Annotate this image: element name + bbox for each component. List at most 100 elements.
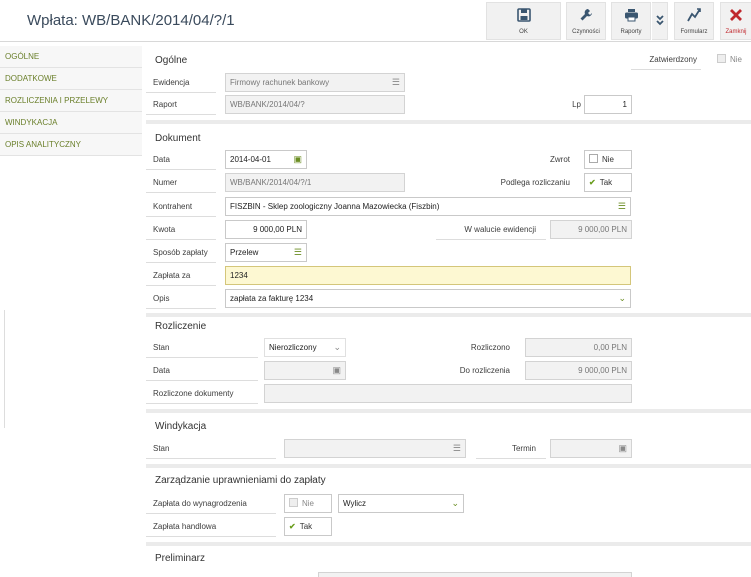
opis-field[interactable]: zapłata za fakturę 1234 ⌄	[225, 289, 631, 308]
rozliczenie-stan-label: Stan	[146, 338, 258, 358]
more-button[interactable]	[652, 2, 668, 40]
checkbox-box	[289, 498, 298, 507]
zamknij-button[interactable]: Zamknij	[720, 2, 751, 40]
kontrahent-field[interactable]: FISZBIN - Sklep zoologiczny Joanna Mazow…	[225, 197, 631, 216]
opis-value: zapłata za fakturę 1234	[230, 294, 314, 303]
zatwierdzony-checkbox[interactable]: Nie	[713, 51, 751, 70]
rozliczenie-data-field[interactable]: ▣	[264, 361, 346, 380]
zwrot-value: Nie	[602, 155, 615, 164]
sposob-zaplaty-field[interactable]: Przelew ☰	[225, 243, 307, 262]
zatwierdzony-label: Zatwierdzony	[631, 50, 701, 70]
czynnosci-label: Czynności	[572, 29, 600, 35]
numer-field[interactable]: WB/BANK/2014/04/?/1	[225, 173, 405, 192]
rozliczone-dokumenty-label: Rozliczone dokumenty	[146, 384, 258, 404]
section-divider	[146, 313, 751, 317]
section-title-preliminarz: Preliminarz	[155, 553, 206, 564]
rozliczono-field[interactable]: 0,00 PLN	[525, 338, 632, 357]
ewidencja-field[interactable]: Firmowy rachunek bankowy ☰	[225, 73, 405, 92]
raport-value: WB/BANK/2014/04/?	[230, 100, 305, 109]
data-field[interactable]: 2014-04-01 ▣	[225, 150, 307, 169]
windykacja-stan-label: Stan	[146, 439, 276, 459]
zaplata-do-wynagrodzenia-label: Zapłata do wynagrodzenia	[146, 494, 276, 514]
activity-icon	[675, 3, 713, 27]
sposob-zaplaty-value: Przelew	[230, 248, 259, 257]
ewidencja-value: Firmowy rachunek bankowy	[230, 78, 330, 87]
zaplata-handlowa-label: Zapłata handlowa	[146, 517, 276, 537]
rozliczenie-stan-select[interactable]: Nierozliczony ⌄	[264, 338, 346, 357]
zwrot-checkbox[interactable]: Nie	[584, 150, 632, 169]
formularz-button[interactable]: Formularz	[674, 2, 714, 40]
windykacja-stan-field[interactable]: ☰	[284, 439, 466, 458]
kwota-label: Kwota	[146, 220, 216, 240]
sidebar-divider	[4, 310, 5, 428]
save-icon	[487, 3, 560, 27]
list-icon: ☰	[452, 443, 461, 453]
data-value: 2014-04-01	[230, 155, 271, 164]
calendar-icon: ▣	[332, 365, 341, 375]
raporty-button[interactable]: Raporty	[611, 2, 651, 40]
section-divider	[146, 542, 751, 546]
handlowa-value: Tak	[299, 522, 313, 531]
raporty-label: Raporty	[620, 29, 642, 35]
check-icon: ✔	[289, 522, 296, 531]
chevron-down-icon: ⌄	[333, 342, 341, 352]
podlega-rozliczaniu-checkbox[interactable]: ✔ Tak	[584, 173, 632, 192]
chevron-down-icon: ⌄	[451, 498, 459, 508]
sidebar-item-ogolne[interactable]: OGÓLNE	[0, 46, 142, 68]
window-title: Wpłata: WB/BANK/2014/04/?/1	[27, 12, 235, 29]
kontrahent-value: FISZBIN - Sklep zoologiczny Joanna Mazow…	[230, 202, 440, 211]
zwrot-label: Zwrot	[550, 155, 570, 164]
zamknij-label: Zamknij	[725, 29, 747, 35]
numer-value: WB/BANK/2014/04/?/1	[230, 178, 312, 187]
opis-label: Opis	[146, 289, 216, 309]
ok-label: OK	[519, 29, 528, 35]
sidebar-item-opis-analityczny[interactable]: OPIS ANALITYCZNY	[0, 134, 142, 156]
zaplata-handlowa-checkbox[interactable]: ✔ Tak	[284, 517, 332, 536]
formularz-label: Formularz	[680, 29, 708, 35]
w-walucie-ewidencji-field[interactable]: 9 000,00 PLN	[550, 220, 632, 239]
do-rozliczenia-label: Do rozliczenia	[459, 366, 510, 375]
raport-field[interactable]: WB/BANK/2014/04/?	[225, 95, 405, 114]
termin-label: Termin	[476, 439, 546, 459]
ok-button[interactable]: OK	[486, 2, 561, 40]
zaplata-za-label: Zapłata za	[146, 266, 216, 286]
podlega-rozliczaniu-label: Podlega rozliczaniu	[500, 178, 570, 187]
list-icon[interactable]: ☰	[294, 244, 302, 261]
kontrahent-label: Kontrahent	[146, 197, 216, 217]
checkbox-box	[589, 154, 598, 163]
calendar-icon: ▣	[618, 443, 627, 453]
czynnosci-button[interactable]: Czynności	[566, 2, 606, 40]
zaplata-do-wynagrodzenia-checkbox[interactable]: Nie	[284, 494, 332, 513]
lp-field[interactable]: 1	[584, 95, 632, 114]
section-title-dokument: Dokument	[155, 133, 201, 144]
rozliczone-dokumenty-field[interactable]	[264, 384, 632, 403]
sidebar: OGÓLNE DODATKOWE ROZLICZENIA I PRZELEWY …	[0, 46, 142, 156]
section-divider	[146, 464, 751, 468]
zaplata-za-input[interactable]: 1234	[225, 266, 631, 285]
calendar-icon[interactable]: ▣	[293, 151, 302, 168]
section-divider	[146, 409, 751, 413]
ewidencja-label: Ewidencja	[146, 73, 216, 93]
section-title-windykacja: Windykacja	[155, 421, 207, 432]
title-bar: Wpłata: WB/BANK/2014/04/?/1 OK Czynności…	[0, 0, 751, 42]
preliminarz-field[interactable]	[318, 572, 632, 577]
chevron-down-icon[interactable]: ⌄	[618, 290, 626, 307]
wynagrodzenia-value: Nie	[302, 499, 315, 508]
sidebar-item-windykacja[interactable]: WINDYKACJA	[0, 112, 142, 134]
double-chevron-down-icon	[652, 3, 667, 27]
do-rozliczenia-field[interactable]: 9 000,00 PLN	[525, 361, 632, 380]
numer-label: Numer	[146, 173, 216, 193]
close-icon	[721, 3, 751, 27]
sidebar-item-dodatkowe[interactable]: DODATKOWE	[0, 68, 142, 90]
section-title-ogolne: Ogólne	[155, 55, 188, 66]
zatwierdzony-value: Nie	[730, 55, 743, 64]
wylicz-select[interactable]: Wylicz ⌄	[338, 494, 464, 513]
list-icon[interactable]: ☰	[618, 198, 626, 215]
kwota-field[interactable]: 9 000,00 PLN	[225, 220, 307, 239]
data-label: Data	[146, 150, 216, 170]
termin-field[interactable]: ▣	[550, 439, 632, 458]
checkbox-box	[717, 54, 726, 63]
raport-label: Raport	[146, 95, 216, 115]
sidebar-item-rozliczenia-i-przelewy[interactable]: ROZLICZENIA I PRZELEWY	[0, 90, 142, 112]
check-icon: ✔	[589, 178, 596, 187]
